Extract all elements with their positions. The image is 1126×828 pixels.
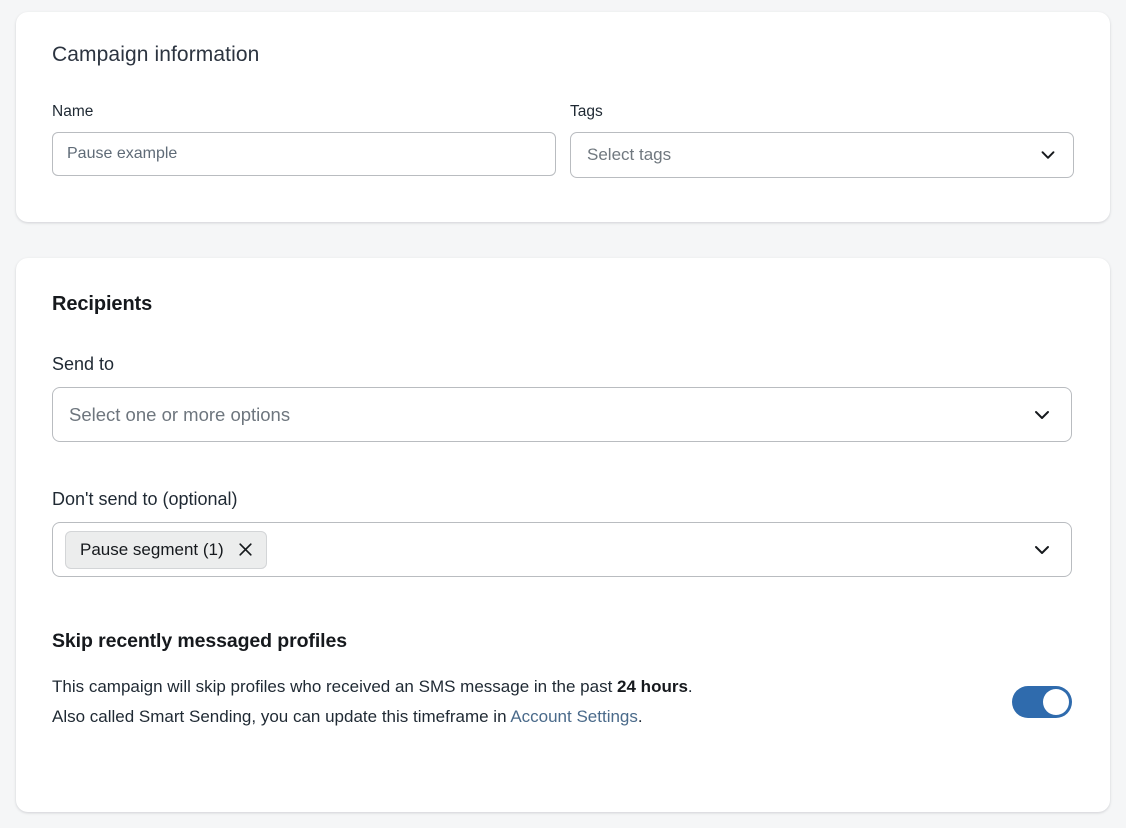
dont-send-to-label: Don't send to (optional)	[52, 488, 1074, 511]
smart-sending-line1-suffix: .	[688, 677, 693, 696]
recipients-card: Recipients Send to Select one or more op…	[16, 258, 1110, 812]
smart-sending-line2-prefix: Also called Smart Sending, you can updat…	[52, 707, 510, 726]
field-spacer	[52, 442, 1074, 488]
campaign-name-input[interactable]	[52, 132, 556, 176]
chevron-down-icon	[1038, 145, 1058, 165]
chevron-down-icon	[1031, 539, 1053, 561]
tags-label: Tags	[570, 102, 1074, 122]
chevron-down-icon	[1031, 404, 1053, 426]
tags-field-group: Tags Select tags	[570, 102, 1074, 178]
smart-sending-description: This campaign will skip profiles who rec…	[52, 672, 972, 732]
name-label: Name	[52, 102, 556, 122]
smart-sending-line2: Also called Smart Sending, you can updat…	[52, 707, 643, 726]
dont-send-to-select[interactable]: Pause segment (1)	[52, 522, 1072, 577]
close-icon[interactable]	[237, 541, 254, 558]
chip-label: Pause segment (1)	[80, 539, 224, 561]
campaign-fields-row: Name Tags Select tags	[52, 102, 1074, 178]
toggle-knob	[1043, 689, 1069, 715]
campaign-information-title: Campaign information	[52, 42, 1074, 68]
recipients-title: Recipients	[52, 292, 1074, 317]
name-field-group: Name	[52, 102, 556, 178]
campaign-information-card: Campaign information Name Tags Select ta…	[16, 12, 1110, 222]
smart-sending-toggle[interactable]	[1012, 686, 1072, 718]
smart-sending-title: Skip recently messaged profiles	[52, 629, 1074, 654]
smart-sending-line2-suffix: .	[638, 707, 643, 726]
account-settings-link[interactable]: Account Settings	[510, 707, 638, 726]
send-to-placeholder: Select one or more options	[69, 404, 290, 426]
smart-sending-line1: This campaign will skip profiles who rec…	[52, 677, 693, 696]
dont-send-to-field-group: Don't send to (optional) Pause segment (…	[52, 488, 1074, 577]
campaign-setup-page: Campaign information Name Tags Select ta…	[0, 0, 1126, 828]
smart-sending-block: Skip recently messaged profiles This cam…	[52, 629, 1074, 732]
chip-pause-segment[interactable]: Pause segment (1)	[65, 531, 267, 569]
tags-placeholder: Select tags	[587, 144, 671, 166]
send-to-label: Send to	[52, 353, 1074, 376]
smart-sending-duration: 24 hours	[617, 677, 688, 696]
tags-select[interactable]: Select tags	[570, 132, 1074, 178]
smart-sending-line1-prefix: This campaign will skip profiles who rec…	[52, 677, 617, 696]
send-to-field-group: Send to Select one or more options	[52, 353, 1074, 442]
send-to-select[interactable]: Select one or more options	[52, 387, 1072, 442]
